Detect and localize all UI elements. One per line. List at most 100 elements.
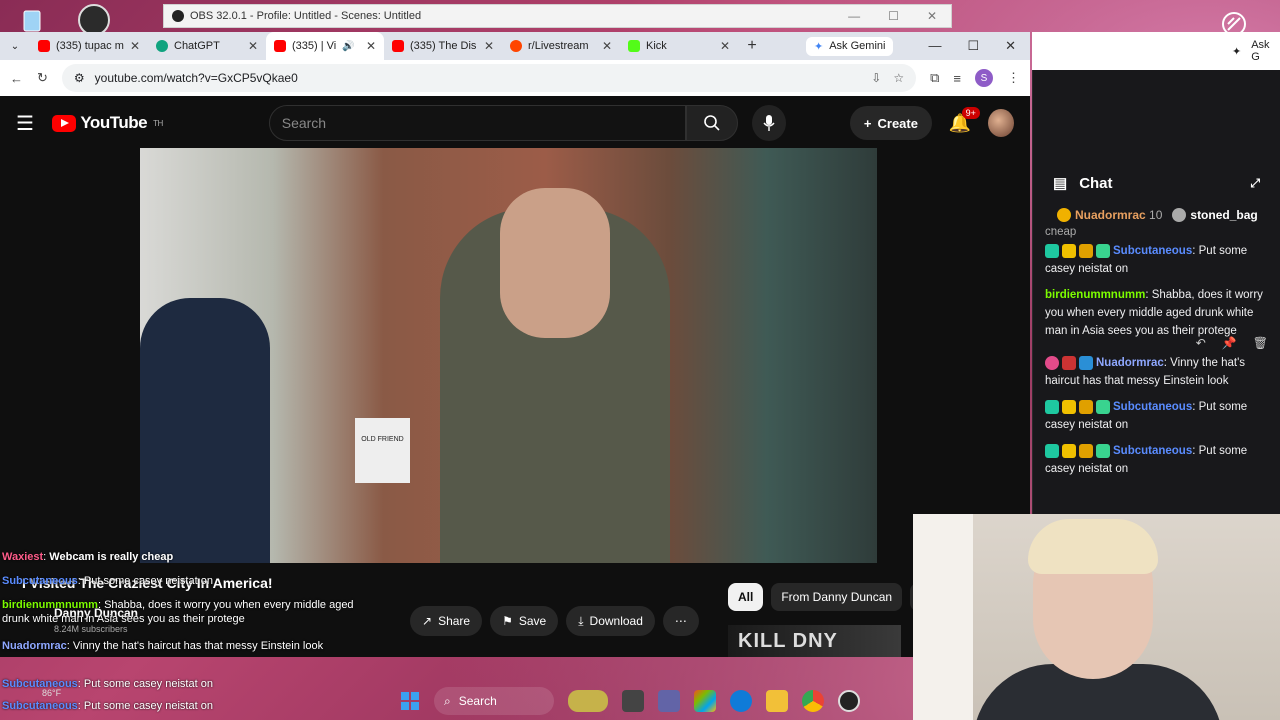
tab-youtube-tupac[interactable]: (335) tupac m ✕ — [30, 32, 148, 60]
youtube-favicon-icon — [392, 40, 404, 52]
leaderboard-item[interactable]: Nuadormrac 10 — [1057, 208, 1162, 223]
youtube-search-input[interactable]: Search — [268, 105, 687, 141]
install-app-icon[interactable]: ⇩ — [871, 71, 881, 85]
chat-message[interactable]: Nuadormrac: Vinny the hat's haircut has … — [1033, 350, 1280, 394]
recommended-thumbnail[interactable]: KILL DNY — [728, 625, 901, 657]
tab-close-icon[interactable]: ✕ — [130, 39, 140, 53]
copilot-icon[interactable] — [694, 690, 716, 712]
chat-message[interactable]: birdienummnumm: Shabba, does it worry yo… — [1033, 282, 1280, 344]
reply-icon[interactable]: ↶ — [1196, 336, 1206, 350]
tab-youtube-active[interactable]: (335) | Vi 🔊 ✕ — [266, 32, 384, 60]
task-view-icon[interactable] — [622, 690, 644, 712]
gemini-label: Ask Gemini — [829, 40, 886, 52]
delete-icon[interactable]: 🗑 — [1253, 336, 1268, 350]
edge-icon[interactable] — [730, 690, 752, 712]
youtube-favicon-icon — [38, 40, 50, 52]
chip-from-channel[interactable]: From Danny Duncan — [771, 583, 903, 611]
widgets-icon[interactable] — [568, 690, 608, 712]
browser-close-button[interactable]: ✕ — [1005, 38, 1016, 54]
tab-youtube-dis[interactable]: (335) The Dis ✕ — [384, 32, 502, 60]
chat-username[interactable]: Subcutaneous — [1113, 245, 1192, 257]
account-avatar[interactable] — [987, 109, 1015, 137]
windows-start-icon[interactable] — [400, 691, 420, 711]
taskbar-search[interactable]: ⌕ Search — [434, 687, 554, 715]
overlay-user: birdienummnumm — [2, 599, 98, 611]
chrome-icon[interactable] — [802, 690, 824, 712]
tab-close-icon[interactable]: ✕ — [720, 39, 730, 53]
media-control-icon[interactable]: ≡ — [953, 71, 961, 86]
tab-reddit[interactable]: r/Livestream ✕ — [502, 32, 620, 60]
browser-maximize-button[interactable]: ☐ — [967, 38, 979, 54]
chat-message[interactable]: Subcutaneous: Put some casey neistat on — [1033, 394, 1280, 438]
chat-message[interactable]: Subcutaneous: Put some casey neistat on — [1033, 238, 1280, 282]
chat-bubble-icon: ▤ — [1053, 175, 1068, 192]
notifications-button[interactable]: 🔔 9+ — [946, 106, 980, 134]
youtube-logo-text: YouTube — [80, 113, 148, 132]
download-button[interactable]: ⤓ Download — [566, 606, 655, 636]
chat-username[interactable]: birdienummnumm — [1045, 289, 1145, 301]
chat-window-gemini-label[interactable]: Ask G — [1251, 39, 1280, 63]
teams-icon[interactable] — [658, 690, 680, 712]
download-icon: ⤓ — [578, 613, 584, 628]
bookmark-star-icon[interactable]: ☆ — [893, 71, 904, 85]
voice-search-button[interactable] — [752, 105, 786, 141]
tab-chatgpt[interactable]: ChatGPT ✕ — [148, 32, 266, 60]
obs-minimize-button[interactable]: — — [848, 9, 860, 23]
chat-title: Chat — [1079, 174, 1113, 192]
webcam-door — [913, 514, 973, 720]
obs-taskbar-icon[interactable] — [838, 690, 860, 712]
popout-icon[interactable]: ⤢ — [1250, 176, 1260, 191]
tab-close-icon[interactable]: ✕ — [484, 39, 494, 53]
reddit-favicon-icon — [510, 40, 522, 52]
extensions-icon[interactable]: ⧉ — [930, 70, 939, 86]
share-label: Share — [438, 614, 471, 628]
new-tab-button[interactable]: + — [738, 37, 766, 55]
leaderboard-user: Nuadormrac — [1075, 207, 1146, 222]
back-arrow-icon[interactable]: ← — [10, 71, 23, 86]
pin-icon[interactable]: 📌 — [1222, 336, 1237, 350]
obs-maximize-button[interactable]: ☐ — [888, 9, 899, 23]
tab-close-icon[interactable]: ✕ — [248, 39, 258, 53]
profile-avatar[interactable]: S — [975, 69, 993, 87]
share-icon: ↗ — [422, 614, 433, 628]
ask-gemini-button[interactable]: ✦ Ask Gemini — [806, 36, 894, 56]
more-actions-button[interactable]: ⋯ — [662, 606, 699, 636]
file-explorer-icon[interactable] — [766, 690, 788, 712]
obs-close-button[interactable]: ✕ — [927, 9, 937, 23]
reload-icon[interactable]: ↻ — [37, 70, 48, 86]
leaderboard-item[interactable]: stoned_bag — [1172, 208, 1258, 223]
site-info-icon[interactable]: ⚙ — [74, 71, 85, 85]
crown-badge-icon — [1079, 443, 1093, 458]
save-button[interactable]: ⚑ Save — [490, 606, 559, 636]
hamburger-menu-icon[interactable]: ☰ — [16, 111, 38, 136]
overlay-message: Subcutaneous: Put some casey neistat on — [2, 678, 213, 690]
chat-badges — [1045, 443, 1110, 458]
create-button[interactable]: + Create — [849, 106, 932, 140]
search-button[interactable] — [686, 105, 739, 141]
browser-minimize-button[interactable]: — — [928, 38, 941, 54]
tab-search-chevron-icon[interactable]: ⌄ — [0, 41, 30, 52]
og-badge-icon — [1096, 399, 1110, 414]
chat-username[interactable]: Subcutaneous — [1113, 401, 1192, 413]
chat-message[interactable]: Subcutaneous: Put some casey neistat on — [1033, 438, 1280, 482]
chat-username[interactable]: Nuadormrac — [1096, 357, 1164, 369]
kick-favicon-icon — [628, 40, 640, 52]
url-field[interactable]: ⚙ youtube.com/watch?v=GxCP5vQkae0 ⇩ ☆ — [61, 64, 917, 92]
chat-username[interactable]: Subcutaneous — [1113, 445, 1192, 457]
overlay-text: Put some casey neistat on — [83, 700, 213, 712]
tab-close-icon[interactable]: ✕ — [602, 39, 612, 53]
obs-title: OBS 32.0.1 - Profile: Untitled - Scenes:… — [190, 10, 422, 22]
tab-label: Kick — [646, 40, 667, 52]
audio-playing-icon[interactable]: 🔊 — [342, 41, 354, 52]
share-button[interactable]: ↗ Share — [410, 606, 483, 636]
video-player[interactable]: OLD FRIEND — [140, 148, 877, 563]
taskbar: ⌕ Search — [400, 684, 860, 718]
crossed-swords-badge-icon — [1062, 399, 1076, 414]
youtube-logo[interactable]: YouTube TH — [52, 113, 163, 133]
tab-close-icon[interactable]: ✕ — [366, 39, 376, 53]
tab-kick[interactable]: Kick ✕ — [620, 32, 738, 60]
weather-widget[interactable]: 86°F — [42, 688, 61, 698]
chip-all[interactable]: All — [728, 583, 764, 611]
browser-menu-icon[interactable]: ⋮ — [1007, 70, 1020, 86]
gifter-badge-icon — [1045, 355, 1059, 370]
